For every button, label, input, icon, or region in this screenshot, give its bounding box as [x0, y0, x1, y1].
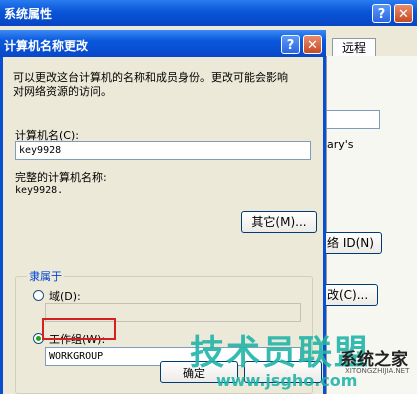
full-name-label: 完整的计算机名称: — [15, 171, 107, 184]
partial-text: ary's — [327, 138, 354, 151]
dialog-help-button[interactable]: ? — [281, 35, 300, 54]
change-button[interactable]: 改(C)... — [322, 284, 378, 306]
computer-name-input[interactable]: key9928 — [15, 141, 311, 160]
dialog-close-button[interactable]: ✕ — [303, 35, 322, 54]
workgroup-highlight-box — [42, 318, 116, 340]
dialog-title: 计算机名称更改 — [4, 39, 89, 53]
description-line-2: 对网络资源的访问。 — [13, 85, 112, 98]
member-of-label: 隶属于 — [27, 268, 64, 284]
dialog-titlebar[interactable]: 计算机名称更改 ? ✕ — [0, 30, 326, 57]
system-properties-titlebar[interactable]: 系统属性 ? ✕ — [0, 0, 417, 26]
computer-description-field[interactable] — [326, 110, 380, 129]
close-button[interactable]: ✕ — [394, 4, 413, 23]
watermark-site-en: XITONGZHIJIA.NET — [345, 367, 410, 375]
full-name-value: key9928. — [15, 185, 64, 196]
more-button[interactable]: 其它(M)... — [241, 211, 317, 233]
domain-radio[interactable] — [33, 290, 44, 301]
system-properties-title: 系统属性 — [4, 7, 53, 21]
domain-label: 域(D): — [49, 290, 81, 303]
watermark-url: www.jsgho.com — [216, 371, 358, 390]
tab-remote[interactable]: 远程 — [332, 38, 376, 57]
network-id-button[interactable]: 络 ID(N) — [322, 232, 382, 254]
help-button[interactable]: ? — [372, 4, 391, 23]
